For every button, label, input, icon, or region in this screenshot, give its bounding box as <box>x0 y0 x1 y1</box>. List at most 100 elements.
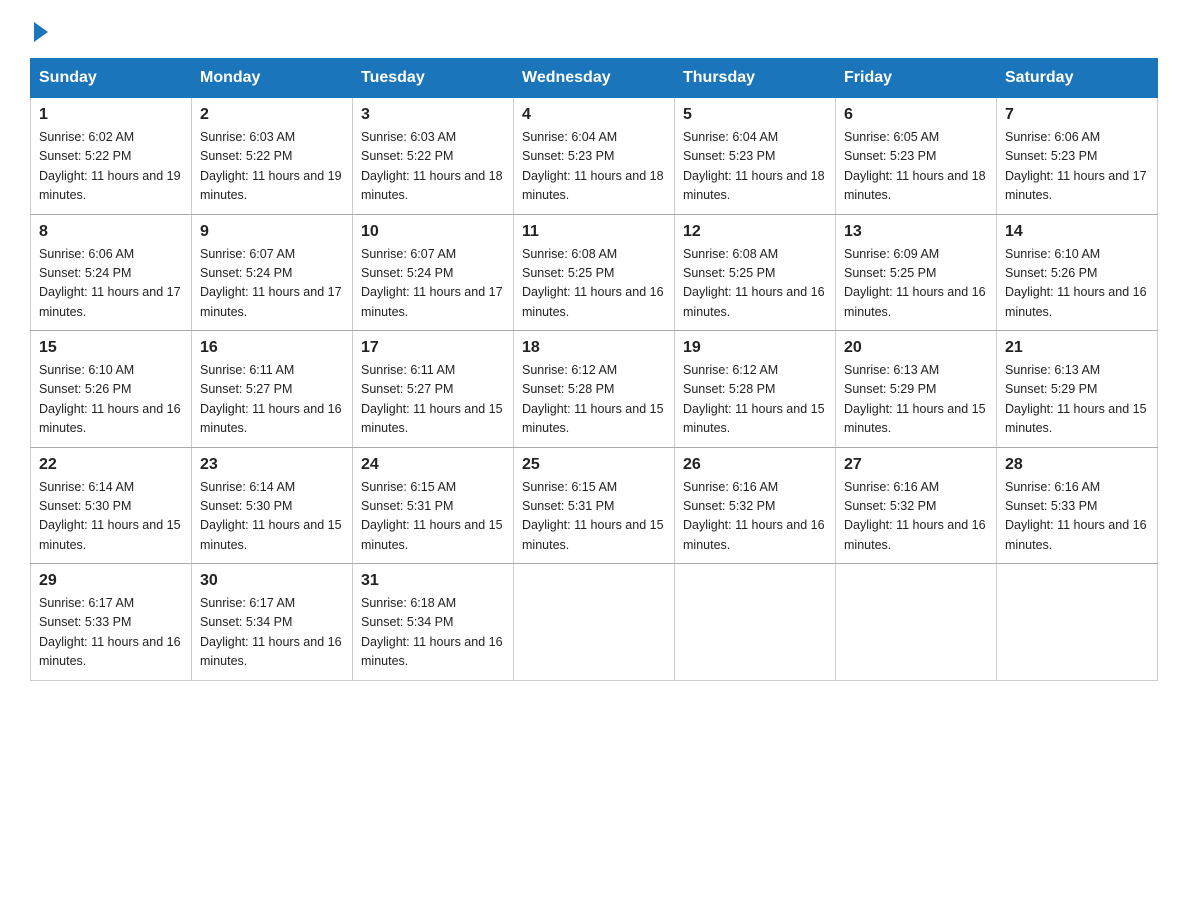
day-number: 29 <box>39 572 183 590</box>
day-number: 12 <box>683 223 827 241</box>
calendar-cell: 10 Sunrise: 6:07 AMSunset: 5:24 PMDayligh… <box>353 214 514 331</box>
calendar-week-row: 15 Sunrise: 6:10 AMSunset: 5:26 PMDayligh… <box>31 331 1158 448</box>
weekday-header-friday: Friday <box>836 59 997 98</box>
day-info: Sunrise: 6:14 AMSunset: 5:30 PMDaylight:… <box>39 478 183 556</box>
calendar-cell: 4 Sunrise: 6:04 AMSunset: 5:23 PMDaylight… <box>514 98 675 215</box>
day-number: 16 <box>200 339 344 357</box>
day-info: Sunrise: 6:14 AMSunset: 5:30 PMDaylight:… <box>200 478 344 556</box>
calendar-cell: 21 Sunrise: 6:13 AMSunset: 5:29 PMDayligh… <box>997 331 1158 448</box>
calendar-cell: 31 Sunrise: 6:18 AMSunset: 5:34 PMDayligh… <box>353 564 514 681</box>
day-info: Sunrise: 6:12 AMSunset: 5:28 PMDaylight:… <box>522 361 666 439</box>
day-number: 19 <box>683 339 827 357</box>
day-number: 9 <box>200 223 344 241</box>
day-number: 22 <box>39 456 183 474</box>
day-number: 27 <box>844 456 988 474</box>
day-number: 23 <box>200 456 344 474</box>
calendar-cell <box>675 564 836 681</box>
weekday-header-thursday: Thursday <box>675 59 836 98</box>
calendar-cell: 12 Sunrise: 6:08 AMSunset: 5:25 PMDayligh… <box>675 214 836 331</box>
weekday-header-saturday: Saturday <box>997 59 1158 98</box>
day-info: Sunrise: 6:07 AMSunset: 5:24 PMDaylight:… <box>361 245 505 323</box>
day-info: Sunrise: 6:15 AMSunset: 5:31 PMDaylight:… <box>522 478 666 556</box>
day-info: Sunrise: 6:06 AMSunset: 5:24 PMDaylight:… <box>39 245 183 323</box>
day-info: Sunrise: 6:08 AMSunset: 5:25 PMDaylight:… <box>683 245 827 323</box>
day-number: 30 <box>200 572 344 590</box>
day-number: 5 <box>683 106 827 124</box>
day-info: Sunrise: 6:04 AMSunset: 5:23 PMDaylight:… <box>522 128 666 206</box>
day-number: 24 <box>361 456 505 474</box>
day-number: 1 <box>39 106 183 124</box>
calendar-cell: 27 Sunrise: 6:16 AMSunset: 5:32 PMDayligh… <box>836 447 997 564</box>
calendar-table: SundayMondayTuesdayWednesdayThursdayFrid… <box>30 58 1158 681</box>
day-info: Sunrise: 6:16 AMSunset: 5:32 PMDaylight:… <box>844 478 988 556</box>
day-number: 18 <box>522 339 666 357</box>
day-info: Sunrise: 6:16 AMSunset: 5:33 PMDaylight:… <box>1005 478 1149 556</box>
calendar-cell: 1 Sunrise: 6:02 AMSunset: 5:22 PMDaylight… <box>31 98 192 215</box>
day-info: Sunrise: 6:09 AMSunset: 5:25 PMDaylight:… <box>844 245 988 323</box>
day-info: Sunrise: 6:03 AMSunset: 5:22 PMDaylight:… <box>361 128 505 206</box>
day-number: 10 <box>361 223 505 241</box>
day-info: Sunrise: 6:18 AMSunset: 5:34 PMDaylight:… <box>361 594 505 672</box>
day-info: Sunrise: 6:12 AMSunset: 5:28 PMDaylight:… <box>683 361 827 439</box>
day-number: 15 <box>39 339 183 357</box>
day-info: Sunrise: 6:03 AMSunset: 5:22 PMDaylight:… <box>200 128 344 206</box>
logo <box>30 20 52 38</box>
calendar-cell: 2 Sunrise: 6:03 AMSunset: 5:22 PMDaylight… <box>192 98 353 215</box>
calendar-cell: 6 Sunrise: 6:05 AMSunset: 5:23 PMDaylight… <box>836 98 997 215</box>
day-info: Sunrise: 6:07 AMSunset: 5:24 PMDaylight:… <box>200 245 344 323</box>
calendar-cell <box>836 564 997 681</box>
logo-arrow-icon <box>34 22 48 42</box>
day-info: Sunrise: 6:10 AMSunset: 5:26 PMDaylight:… <box>1005 245 1149 323</box>
weekday-header-tuesday: Tuesday <box>353 59 514 98</box>
calendar-cell: 23 Sunrise: 6:14 AMSunset: 5:30 PMDayligh… <box>192 447 353 564</box>
calendar-cell: 28Sunrise: 6:16 AMSunset: 5:33 PMDayligh… <box>997 447 1158 564</box>
day-number: 26 <box>683 456 827 474</box>
day-info: Sunrise: 6:10 AMSunset: 5:26 PMDaylight:… <box>39 361 183 439</box>
day-number: 8 <box>39 223 183 241</box>
calendar-cell <box>997 564 1158 681</box>
calendar-cell: 5Sunrise: 6:04 AMSunset: 5:23 PMDaylight… <box>675 98 836 215</box>
day-number: 31 <box>361 572 505 590</box>
calendar-cell: 30 Sunrise: 6:17 AMSunset: 5:34 PMDayligh… <box>192 564 353 681</box>
weekday-header-monday: Monday <box>192 59 353 98</box>
day-number: 25 <box>522 456 666 474</box>
day-info: Sunrise: 6:08 AMSunset: 5:25 PMDaylight:… <box>522 245 666 323</box>
calendar-week-row: 29 Sunrise: 6:17 AMSunset: 5:33 PMDayligh… <box>31 564 1158 681</box>
day-number: 13 <box>844 223 988 241</box>
day-info: Sunrise: 6:17 AMSunset: 5:33 PMDaylight:… <box>39 594 183 672</box>
calendar-week-row: 22 Sunrise: 6:14 AMSunset: 5:30 PMDayligh… <box>31 447 1158 564</box>
calendar-cell: 16 Sunrise: 6:11 AMSunset: 5:27 PMDayligh… <box>192 331 353 448</box>
calendar-cell: 13 Sunrise: 6:09 AMSunset: 5:25 PMDayligh… <box>836 214 997 331</box>
day-number: 4 <box>522 106 666 124</box>
calendar-week-row: 1 Sunrise: 6:02 AMSunset: 5:22 PMDaylight… <box>31 98 1158 215</box>
calendar-cell: 11Sunrise: 6:08 AMSunset: 5:25 PMDayligh… <box>514 214 675 331</box>
calendar-cell: 17 Sunrise: 6:11 AMSunset: 5:27 PMDayligh… <box>353 331 514 448</box>
day-number: 14 <box>1005 223 1149 241</box>
calendar-week-row: 8 Sunrise: 6:06 AMSunset: 5:24 PMDaylight… <box>31 214 1158 331</box>
day-info: Sunrise: 6:13 AMSunset: 5:29 PMDaylight:… <box>1005 361 1149 439</box>
day-number: 20 <box>844 339 988 357</box>
day-info: Sunrise: 6:11 AMSunset: 5:27 PMDaylight:… <box>361 361 505 439</box>
day-info: Sunrise: 6:02 AMSunset: 5:22 PMDaylight:… <box>39 128 183 206</box>
day-info: Sunrise: 6:06 AMSunset: 5:23 PMDaylight:… <box>1005 128 1149 206</box>
day-number: 21 <box>1005 339 1149 357</box>
day-info: Sunrise: 6:16 AMSunset: 5:32 PMDaylight:… <box>683 478 827 556</box>
calendar-cell: 14 Sunrise: 6:10 AMSunset: 5:26 PMDayligh… <box>997 214 1158 331</box>
calendar-cell: 15 Sunrise: 6:10 AMSunset: 5:26 PMDayligh… <box>31 331 192 448</box>
calendar-cell: 25 Sunrise: 6:15 AMSunset: 5:31 PMDayligh… <box>514 447 675 564</box>
day-number: 2 <box>200 106 344 124</box>
day-number: 6 <box>844 106 988 124</box>
day-info: Sunrise: 6:15 AMSunset: 5:31 PMDaylight:… <box>361 478 505 556</box>
calendar-cell: 18 Sunrise: 6:12 AMSunset: 5:28 PMDayligh… <box>514 331 675 448</box>
calendar-cell: 19 Sunrise: 6:12 AMSunset: 5:28 PMDayligh… <box>675 331 836 448</box>
weekday-header-sunday: Sunday <box>31 59 192 98</box>
day-number: 17 <box>361 339 505 357</box>
calendar-cell <box>514 564 675 681</box>
calendar-cell: 3 Sunrise: 6:03 AMSunset: 5:22 PMDaylight… <box>353 98 514 215</box>
day-info: Sunrise: 6:11 AMSunset: 5:27 PMDaylight:… <box>200 361 344 439</box>
day-number: 3 <box>361 106 505 124</box>
day-info: Sunrise: 6:17 AMSunset: 5:34 PMDaylight:… <box>200 594 344 672</box>
day-number: 7 <box>1005 106 1149 124</box>
day-info: Sunrise: 6:05 AMSunset: 5:23 PMDaylight:… <box>844 128 988 206</box>
calendar-cell: 26 Sunrise: 6:16 AMSunset: 5:32 PMDayligh… <box>675 447 836 564</box>
